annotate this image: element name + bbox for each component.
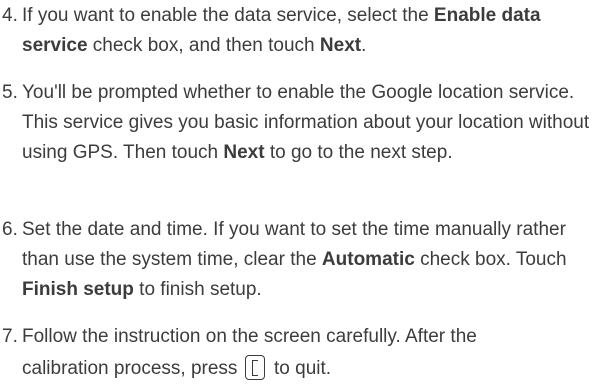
step-text: If you want to enable the data service, … xyxy=(22,1,590,61)
manual-page: 4. If you want to enable the data servic… xyxy=(0,0,600,383)
step-text: Follow the instruction on the screen car… xyxy=(22,322,590,384)
step-text-segment: check box. Touch xyxy=(414,249,567,270)
step-text-segment: If you want to enable the data service, … xyxy=(22,5,434,26)
step-text-line: calibration process, press to quit. xyxy=(22,354,590,384)
step-text: You'll be prompted whether to enable the… xyxy=(22,78,590,168)
step-text-segment: calibration process, press xyxy=(22,358,243,379)
step-number: 4. xyxy=(2,5,18,26)
back-key-icon xyxy=(244,355,265,380)
step-number: 6. xyxy=(2,219,18,240)
step-text-segment: to go to the next step. xyxy=(264,142,453,163)
step-text-segment: Follow the instruction on the screen car… xyxy=(22,326,477,347)
step-text-segment: to finish setup. xyxy=(133,279,262,300)
finish-setup-label: Finish setup xyxy=(22,279,134,300)
step-number: 7. xyxy=(2,326,18,347)
next-label: Next xyxy=(319,35,362,56)
next-label: Next xyxy=(223,142,265,163)
step-6: 6. Set the date and time. If you want to… xyxy=(0,215,590,305)
step-text-segment: to quit. xyxy=(268,358,332,379)
automatic-label: Automatic xyxy=(321,249,415,270)
step-5: 5. You'll be prompted whether to enable … xyxy=(0,78,590,168)
step-4: 4. If you want to enable the data servic… xyxy=(0,1,590,61)
step-text: Set the date and time. If you want to se… xyxy=(22,215,590,305)
step-text-segment: check box, and then touch xyxy=(87,35,320,56)
step-number: 5. xyxy=(2,82,18,103)
step-text-segment: . xyxy=(361,35,367,56)
step-7: 7. Follow the instruction on the screen … xyxy=(0,322,590,384)
